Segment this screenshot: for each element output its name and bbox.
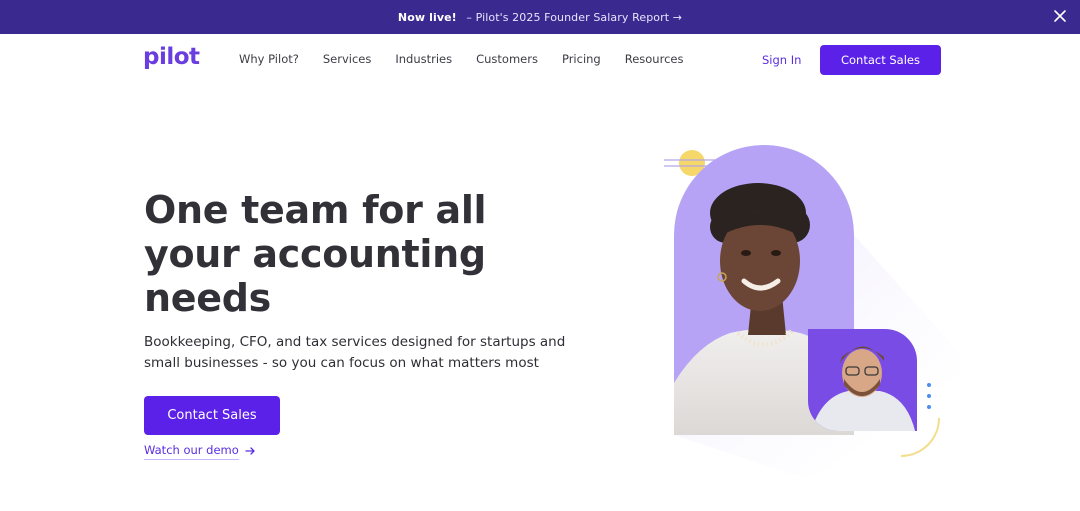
hero-subtitle: Bookkeeping, CFO, and tax services desig…	[144, 332, 574, 374]
announcement-bar: Now live! – Pilot's 2025 Founder Salary …	[0, 0, 1080, 34]
announcement-text: Now live! – Pilot's 2025 Founder Salary …	[398, 11, 682, 24]
nav-link-customers[interactable]: Customers	[476, 52, 538, 66]
nav-link-industries[interactable]: Industries	[395, 52, 452, 66]
nav-link-pricing[interactable]: Pricing	[562, 52, 601, 66]
watch-demo-link[interactable]: Watch our demo	[144, 443, 256, 460]
hero-title-line-1: One team for all	[144, 188, 487, 232]
nav-link-resources[interactable]: Resources	[625, 52, 684, 66]
main-nav: pilot Why Pilot? Services Industries Cus…	[0, 34, 1080, 86]
hero-contact-sales-button[interactable]: Contact Sales	[144, 396, 280, 435]
nav-link-services[interactable]: Services	[323, 52, 372, 66]
watch-demo-label: Watch our demo	[144, 443, 239, 460]
nav-link-why-pilot[interactable]: Why Pilot?	[239, 52, 299, 66]
salary-report-link[interactable]: – Pilot's 2025 Founder Salary Report →	[466, 11, 682, 24]
hero-subtitle-line-1: Bookkeeping, CFO, and tax services desig…	[144, 334, 566, 350]
hero-title: One team for all your accounting needs	[144, 188, 544, 320]
hero-illustration	[660, 135, 970, 480]
hero-title-line-3: needs	[144, 276, 271, 320]
close-icon[interactable]	[1052, 8, 1068, 24]
hero-subtitle-line-2: small businesses - so you can focus on w…	[144, 355, 539, 371]
blue-dot-decoration	[927, 383, 931, 387]
hero-title-line-2: your accounting	[144, 232, 486, 276]
pilot-logo[interactable]: pilot	[143, 44, 200, 70]
nav-contact-sales-button[interactable]: Contact Sales	[820, 45, 941, 75]
nav-links: Why Pilot? Services Industries Customers…	[239, 52, 707, 66]
sign-in-link[interactable]: Sign In	[762, 53, 801, 67]
hero-illustration-graphic	[664, 145, 970, 480]
announcement-label: Now live!	[397, 10, 457, 24]
arrow-right-icon	[245, 445, 256, 459]
